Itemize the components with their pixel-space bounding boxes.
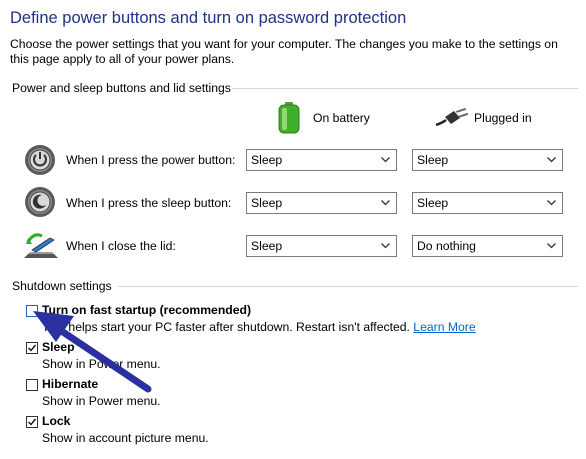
- sleep-button-icon: [24, 186, 56, 218]
- sleep-label[interactable]: Sleep: [42, 340, 75, 354]
- checkmark-icon: [28, 344, 37, 352]
- lock-label[interactable]: Lock: [42, 414, 70, 428]
- laptop-lid-icon: [24, 228, 58, 260]
- power-group-heading: Power and sleep buttons and lid settings: [12, 81, 231, 95]
- chevron-down-icon: [547, 243, 556, 249]
- learn-more-link[interactable]: Learn More: [413, 320, 475, 334]
- page-title: Define power buttons and turn on passwor…: [10, 9, 407, 27]
- row-label-close-lid: When I close the lid:: [66, 239, 176, 253]
- fast-startup-label[interactable]: Turn on fast startup (recommended): [42, 303, 251, 317]
- sleep-checkbox[interactable]: [26, 342, 38, 354]
- row-label-power-button: When I press the power button:: [66, 153, 236, 167]
- power-button-battery-select[interactable]: Sleep: [246, 149, 397, 171]
- chevron-down-icon: [547, 200, 556, 206]
- group-divider: [118, 286, 578, 287]
- battery-icon: [277, 102, 301, 134]
- fast-startup-checkbox[interactable]: [26, 305, 38, 317]
- chevron-down-icon: [547, 157, 556, 163]
- sleep-description: Show in Power menu.: [42, 357, 161, 371]
- sleep-button-battery-select[interactable]: Sleep: [246, 192, 397, 214]
- sleep-button-plugged-select[interactable]: Sleep: [412, 192, 563, 214]
- hibernate-description: Show in Power menu.: [42, 394, 161, 408]
- chevron-down-icon: [381, 157, 390, 163]
- group-divider: [232, 88, 578, 89]
- plug-icon: [435, 107, 469, 128]
- col-plugged-in: Plugged in: [474, 111, 532, 125]
- chevron-down-icon: [381, 243, 390, 249]
- page-description: Choose the power settings that you want …: [10, 37, 558, 66]
- fast-startup-description: This helps start your PC faster after sh…: [42, 320, 476, 334]
- hibernate-checkbox[interactable]: [26, 379, 38, 391]
- power-button-icon: [24, 144, 56, 176]
- power-button-plugged-select[interactable]: Sleep: [412, 149, 563, 171]
- shutdown-group-heading: Shutdown settings: [12, 279, 112, 293]
- col-on-battery: On battery: [313, 111, 370, 125]
- checkmark-icon: [28, 418, 37, 426]
- hibernate-label[interactable]: Hibernate: [42, 377, 98, 391]
- row-label-sleep-button: When I press the sleep button:: [66, 196, 232, 210]
- close-lid-battery-select[interactable]: Sleep: [246, 235, 397, 257]
- lock-description: Show in account picture menu.: [42, 431, 209, 445]
- close-lid-plugged-select[interactable]: Do nothing: [412, 235, 563, 257]
- lock-checkbox[interactable]: [26, 416, 38, 428]
- chevron-down-icon: [381, 200, 390, 206]
